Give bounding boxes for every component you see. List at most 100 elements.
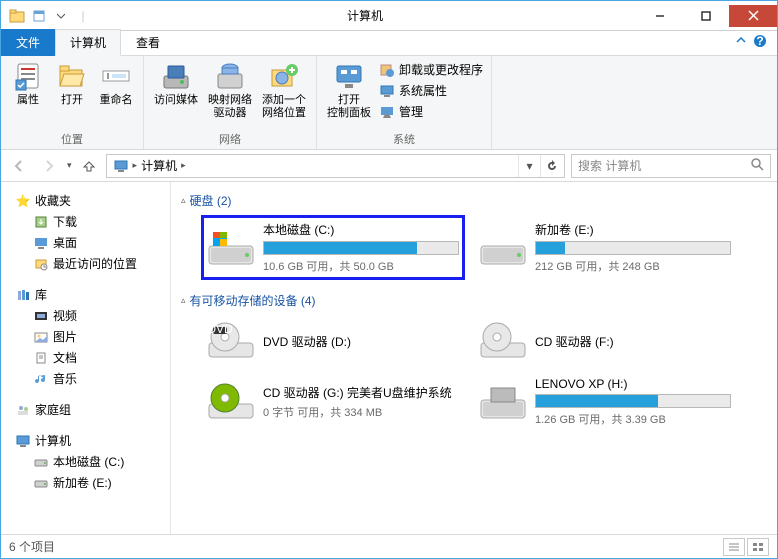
forward-button[interactable]	[37, 154, 61, 178]
dvd-drive-icon: DVD	[207, 321, 255, 361]
drive-e-capacity	[535, 241, 731, 255]
tree-recent[interactable]: 最近访问的位置	[1, 253, 170, 274]
removable-drive-icon	[479, 382, 527, 422]
address-bar[interactable]: ▸ 计算机 ▸ ▾	[106, 154, 565, 178]
separator: |	[73, 6, 93, 26]
minimize-button[interactable]	[637, 5, 683, 27]
help-icon[interactable]: ?	[753, 34, 767, 51]
uninstall-label: 卸载或更改程序	[399, 61, 483, 78]
homegroup-icon	[15, 402, 31, 418]
drive-icon	[33, 475, 49, 491]
tree-documents[interactable]: 文档	[1, 347, 170, 368]
quick-access-toolbar: |	[1, 6, 93, 26]
ribbon-help: ?	[725, 30, 777, 55]
collapse-icon[interactable]: ▵	[181, 195, 186, 206]
refresh-button[interactable]	[540, 155, 562, 177]
drive-d-name: DVD 驱动器 (D:)	[263, 333, 459, 350]
drive-icon	[33, 454, 49, 470]
properties-icon	[12, 60, 44, 92]
tree-desktop[interactable]: 桌面	[1, 232, 170, 253]
star-icon: ⭐	[15, 193, 31, 209]
main-area: ⭐收藏夹 下载 桌面 最近访问的位置 库 视频 图片 文档 音乐 家庭组 计算机…	[1, 182, 777, 534]
window-title: 计算机	[93, 7, 637, 24]
tree-new-volume-e[interactable]: 新加卷 (E:)	[1, 472, 170, 493]
add-location-label: 添加一个 网络位置	[262, 94, 306, 120]
maximize-button[interactable]	[683, 5, 729, 27]
svg-text:DVD: DVD	[207, 322, 233, 336]
system-properties-icon	[379, 83, 395, 99]
video-icon	[33, 308, 49, 324]
collapse-ribbon-icon[interactable]	[735, 34, 747, 51]
properties-button[interactable]: 属性	[7, 58, 49, 109]
tree-homegroup[interactable]: 家庭组	[1, 399, 170, 420]
drive-e[interactable]: 新加卷 (E:) 212 GB 可用，共 248 GB	[475, 217, 735, 278]
access-media-button[interactable]: 访问媒体	[150, 58, 202, 109]
open-control-panel-button[interactable]: 打开 控制面板	[323, 58, 375, 122]
tree-computer[interactable]: 计算机	[1, 430, 170, 451]
folder-icon	[7, 6, 27, 26]
map-drive-label: 映射网络 驱动器	[208, 94, 252, 120]
back-button[interactable]	[7, 154, 31, 178]
properties-icon[interactable]	[29, 6, 49, 26]
drive-c[interactable]: 本地磁盘 (C:) 10.6 GB 可用，共 50.0 GB	[203, 217, 463, 278]
tree-local-disk-c[interactable]: 本地磁盘 (C:)	[1, 451, 170, 472]
address-dropdown-icon[interactable]: ▾	[518, 155, 540, 177]
view-details-button[interactable]	[723, 538, 745, 556]
content-pane[interactable]: ▵ 硬盘 (2) 本地磁盘 (C:) 10.6 GB 可用，共 50.0 GB …	[171, 182, 777, 534]
view-large-icons-button[interactable]	[747, 538, 769, 556]
drive-g[interactable]: CD 驱动器 (G:) 完美者U盘维护系统 0 字节 可用，共 334 MB	[203, 373, 463, 431]
map-drive-button[interactable]: 映射网络 驱动器	[204, 58, 256, 122]
collapse-icon[interactable]: ▵	[181, 295, 186, 306]
close-button[interactable]	[729, 5, 777, 27]
section-hdd-header[interactable]: ▵ 硬盘 (2)	[181, 188, 767, 213]
uninstall-programs-button[interactable]: 卸载或更改程序	[377, 60, 485, 79]
history-dropdown-icon[interactable]: ▾	[67, 160, 72, 171]
breadcrumb-segment[interactable]: 计算机	[137, 157, 181, 174]
search-box[interactable]: 搜索 计算机	[571, 154, 771, 178]
drive-c-capacity	[263, 241, 459, 255]
computer-icon	[15, 433, 31, 449]
navigation-pane[interactable]: ⭐收藏夹 下载 桌面 最近访问的位置 库 视频 图片 文档 音乐 家庭组 计算机…	[1, 182, 171, 534]
desktop-icon	[33, 235, 49, 251]
tree-downloads[interactable]: 下载	[1, 211, 170, 232]
tree-favorites[interactable]: ⭐收藏夹	[1, 190, 170, 211]
tab-view[interactable]: 查看	[121, 29, 175, 56]
group-label-location: 位置	[7, 131, 137, 149]
music-icon	[33, 371, 49, 387]
drive-d[interactable]: DVD DVD 驱动器 (D:)	[203, 317, 463, 365]
chevron-right-icon[interactable]: ▸	[181, 160, 186, 171]
recent-icon	[33, 256, 49, 272]
media-icon	[160, 60, 192, 92]
drive-f-name: CD 驱动器 (F:)	[535, 333, 731, 350]
ribbon: 属性 打开 重命名 位置 访问媒体 映射网络 驱动器	[1, 56, 777, 150]
manage-label: 管理	[399, 103, 423, 120]
pictures-icon	[33, 329, 49, 345]
add-location-icon	[268, 60, 300, 92]
tab-file[interactable]: 文件	[1, 29, 55, 56]
system-properties-button[interactable]: 系统属性	[377, 81, 485, 100]
tree-videos[interactable]: 视频	[1, 305, 170, 326]
open-icon	[56, 60, 88, 92]
drive-h-name: LENOVO XP (H:)	[535, 377, 731, 391]
tree-libraries[interactable]: 库	[1, 284, 170, 305]
open-control-panel-label: 打开 控制面板	[327, 94, 371, 120]
tree-pictures[interactable]: 图片	[1, 326, 170, 347]
open-button[interactable]: 打开	[51, 58, 93, 109]
documents-icon	[33, 350, 49, 366]
rename-button[interactable]: 重命名	[95, 58, 137, 109]
ribbon-group-location: 属性 打开 重命名 位置	[1, 56, 144, 149]
drive-h[interactable]: LENOVO XP (H:) 1.26 GB 可用，共 3.39 GB	[475, 373, 735, 431]
add-location-button[interactable]: 添加一个 网络位置	[258, 58, 310, 122]
tab-computer[interactable]: 计算机	[55, 29, 121, 56]
chevron-down-icon[interactable]	[51, 6, 71, 26]
drive-f[interactable]: CD 驱动器 (F:)	[475, 317, 735, 365]
tree-music[interactable]: 音乐	[1, 368, 170, 389]
open-label: 打开	[61, 94, 83, 107]
up-button[interactable]	[78, 155, 100, 177]
status-bar: 6 个项目	[1, 534, 777, 558]
manage-button[interactable]: 管理	[377, 102, 485, 121]
section-removable-header[interactable]: ▵ 有可移动存储的设备 (4)	[181, 288, 767, 313]
drive-g-name: CD 驱动器 (G:) 完美者U盘维护系统	[263, 384, 459, 401]
drive-h-capacity	[535, 394, 731, 408]
group-label-network: 网络	[150, 131, 310, 149]
